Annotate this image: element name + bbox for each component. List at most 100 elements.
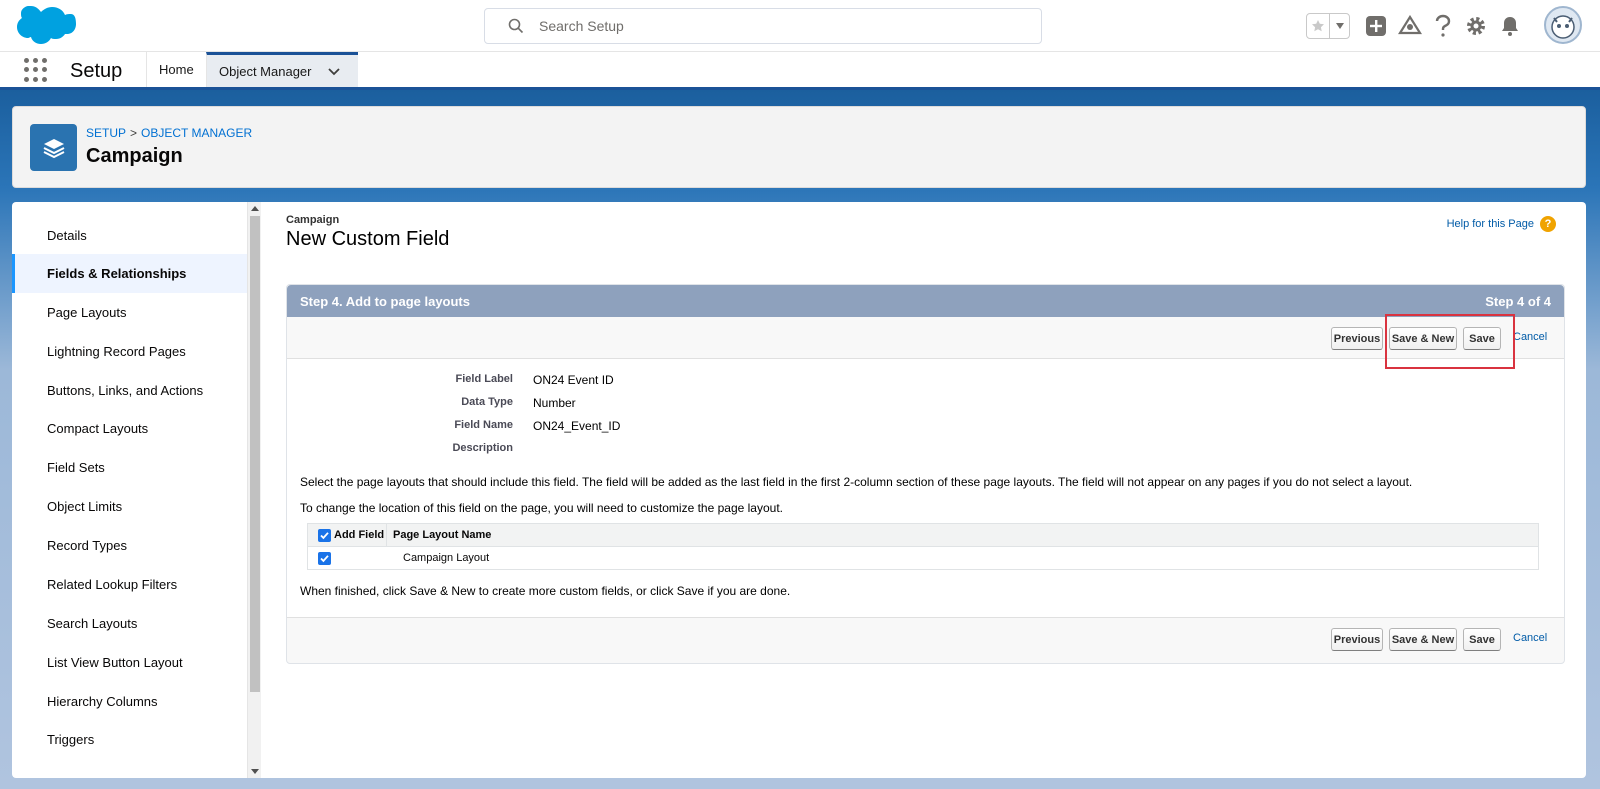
finish-text: When finished, click Save & New to creat… [300, 584, 791, 598]
breadcrumb-setup[interactable]: SETUP [86, 126, 126, 140]
sidebar-item-object-limits[interactable]: Object Limits [12, 487, 247, 526]
sidebar-item-compact-layouts[interactable]: Compact Layouts [12, 409, 247, 448]
page-title: Campaign [86, 145, 183, 167]
setup-gear-icon[interactable] [1464, 14, 1488, 38]
app-launcher-icon[interactable] [24, 58, 48, 82]
field-label-label: Field Label [455, 373, 513, 385]
help-icon[interactable] [1431, 14, 1455, 38]
add-field-header: Add Field [308, 524, 387, 546]
help-question-icon[interactable]: ? [1540, 216, 1556, 232]
main-panel: Details Fields & Relationships Page Layo… [12, 202, 1586, 778]
favorites-group[interactable] [1306, 13, 1350, 39]
sidebar-item-buttons-links-actions[interactable]: Buttons, Links, and Actions [12, 371, 247, 410]
previous-button-bottom[interactable]: Previous [1331, 628, 1383, 651]
bottom-button-row: Previous Save & New Save Cancel [287, 617, 1564, 659]
global-actions-add-icon[interactable] [1364, 14, 1388, 38]
page-header: SETUP > OBJECT MANAGER Campaign [12, 106, 1586, 188]
row-checkbox[interactable] [318, 551, 331, 565]
trailhead-icon[interactable] [1398, 14, 1422, 38]
instruction-text-1: Select the page layouts that should incl… [300, 475, 1413, 489]
sidebar-item-details[interactable]: Details [12, 216, 247, 255]
tab-home[interactable]: Home [146, 52, 206, 87]
favorites-star-icon[interactable] [1307, 14, 1331, 38]
object-layers-icon [30, 124, 77, 171]
scroll-up-icon[interactable] [251, 206, 259, 211]
sidebar-item-label: Page Layouts [47, 305, 127, 320]
sidebar-item-label: Field Sets [47, 460, 105, 475]
tab-home-label: Home [159, 62, 194, 77]
tab-object-manager[interactable]: Object Manager [206, 52, 358, 87]
sidebar: Details Fields & Relationships Page Layo… [12, 202, 247, 778]
scroll-down-icon[interactable] [251, 769, 259, 774]
breadcrumb: SETUP > OBJECT MANAGER [86, 126, 252, 140]
search-icon [508, 18, 524, 34]
sidebar-item-page-layouts[interactable]: Page Layouts [12, 293, 247, 332]
user-avatar[interactable] [1544, 6, 1582, 44]
sidebar-item-list-view-button-layout[interactable]: List View Button Layout [12, 643, 247, 682]
sidebar-item-label: List View Button Layout [47, 655, 183, 670]
cancel-link[interactable]: Cancel [1513, 331, 1547, 343]
content-title: New Custom Field [286, 228, 450, 250]
scrollbar-thumb[interactable] [250, 216, 260, 692]
add-field-header-label: Add Field [334, 529, 385, 541]
favorites-dropdown-icon[interactable] [1330, 14, 1349, 38]
sidebar-item-label: Compact Layouts [47, 421, 149, 436]
notifications-bell-icon[interactable] [1498, 14, 1522, 38]
save-and-new-button-bottom[interactable]: Save & New [1389, 628, 1457, 651]
sidebar-item-label: Search Layouts [47, 616, 138, 631]
sidebar-item-label: Buttons, Links, and Actions [47, 383, 204, 398]
step-counter: Step 4 of 4 [1485, 294, 1551, 309]
sidebar-item-field-sets[interactable]: Field Sets [12, 448, 247, 487]
field-detail-section: Field Label ON24 Event ID Data Type Numb… [287, 359, 1564, 617]
highlight-box [1385, 314, 1515, 369]
data-type-value: Number [533, 396, 576, 410]
sidebar-item-label: Related Lookup Filters [47, 577, 178, 592]
sidebar-item-fields-relationships[interactable]: Fields & Relationships [12, 254, 247, 293]
top-button-row: Previous Save & New Save Cancel [287, 317, 1564, 359]
sidebar-item-label: Details [47, 228, 87, 243]
sidebar-item-search-layouts[interactable]: Search Layouts [12, 604, 247, 643]
layout-name-header: Page Layout Name [393, 529, 492, 541]
sidebar-item-label: Hierarchy Columns [47, 694, 158, 709]
description-label: Description [452, 442, 513, 454]
row-checkbox-cell [308, 547, 387, 569]
help-link-label[interactable]: Help for this Page [1447, 218, 1534, 230]
global-header [0, 0, 1600, 52]
tab-object-manager-label: Object Manager [219, 63, 312, 79]
table-row: Campaign Layout [308, 547, 1538, 569]
step-title: Step 4. Add to page layouts [300, 294, 470, 309]
save-button-bottom[interactable]: Save [1463, 628, 1501, 651]
sidebar-item-label: Fields & Relationships [47, 266, 187, 281]
data-type-label: Data Type [461, 396, 513, 408]
app-name: Setup [70, 60, 123, 82]
select-all-checkbox[interactable] [318, 528, 331, 542]
sidebar-item-label: Triggers [47, 732, 95, 747]
salesforce-logo[interactable] [16, 6, 76, 46]
layout-name-cell: Campaign Layout [403, 552, 490, 564]
help-for-page-link[interactable]: Help for this Page ? [1447, 216, 1556, 232]
breadcrumb-object-manager[interactable]: OBJECT MANAGER [141, 126, 252, 140]
sidebar-item-label: Lightning Record Pages [47, 344, 186, 359]
sidebar-item-record-types[interactable]: Record Types [12, 526, 247, 565]
field-name-value: ON24_Event_ID [533, 419, 621, 433]
table-header-row: Add Field Page Layout Name [308, 524, 1538, 547]
field-label-value: ON24 Event ID [533, 373, 614, 387]
object-name: Campaign [286, 214, 340, 226]
sidebar-scrollbar[interactable] [247, 202, 261, 778]
sidebar-item-label: Record Types [47, 538, 127, 553]
cancel-link-bottom[interactable]: Cancel [1513, 632, 1547, 644]
sidebar-item-hierarchy-columns[interactable]: Hierarchy Columns [12, 682, 247, 721]
chevron-down-icon[interactable] [326, 63, 342, 79]
search-input[interactable] [539, 18, 1019, 34]
sidebar-item-related-lookup-filters[interactable]: Related Lookup Filters [12, 565, 247, 604]
sidebar-item-lightning-record-pages[interactable]: Lightning Record Pages [12, 332, 247, 371]
page-layout-table: Add Field Page Layout Name Campaign Layo… [307, 523, 1539, 570]
field-name-label: Field Name [454, 419, 513, 431]
previous-button[interactable]: Previous [1331, 327, 1383, 350]
breadcrumb-separator: > [130, 126, 138, 140]
wizard-block: Step 4. Add to page layouts Step 4 of 4 … [286, 284, 1565, 664]
sidebar-item-triggers[interactable]: Triggers [12, 720, 247, 759]
step-header: Step 4. Add to page layouts Step 4 of 4 [287, 285, 1564, 317]
search-box[interactable] [484, 8, 1042, 44]
instruction-text-2: To change the location of this field on … [300, 501, 783, 515]
